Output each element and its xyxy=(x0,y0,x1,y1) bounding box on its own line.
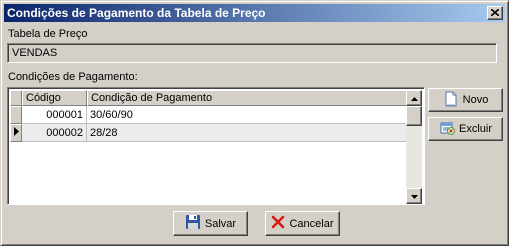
arrow-down-icon xyxy=(410,190,418,202)
save-button-label: Salvar xyxy=(204,217,237,230)
cell-condition[interactable]: 28/28 xyxy=(87,124,408,142)
scroll-thumb[interactable] xyxy=(406,106,422,126)
floppy-disk-icon xyxy=(185,214,201,233)
grid-header: Código Condição de Pagamento xyxy=(10,90,408,106)
table-row[interactable]: 000002 28/28 xyxy=(10,124,408,142)
new-button-label: Novo xyxy=(462,94,489,106)
scroll-down-button[interactable] xyxy=(406,188,422,204)
price-table-field[interactable]: VENDAS xyxy=(7,43,497,63)
cell-code[interactable]: 000001 xyxy=(22,106,87,124)
price-table-value: VENDAS xyxy=(12,47,58,59)
new-document-icon xyxy=(443,91,459,110)
payment-conditions-label: Condições de Pagamento: xyxy=(8,71,138,83)
table-row[interactable]: 000001 30/60/90 xyxy=(10,106,408,124)
new-button[interactable]: Novo xyxy=(428,88,503,112)
vertical-scrollbar[interactable] xyxy=(406,90,422,204)
row-indicator xyxy=(10,124,22,142)
grid-body: Código Condição de Pagamento 000001 30/6… xyxy=(10,90,408,204)
column-header-code[interactable]: Código xyxy=(22,90,87,106)
cancel-button-label: Cancelar xyxy=(289,217,334,230)
window-title: Condições de Pagamento da Tabela de Preç… xyxy=(7,6,266,20)
close-button[interactable] xyxy=(487,6,503,20)
column-header-condition[interactable]: Condição de Pagamento xyxy=(87,90,408,106)
arrow-up-icon xyxy=(410,92,418,104)
cell-condition[interactable]: 30/60/90 xyxy=(87,106,408,124)
price-table-label: Tabela de Preço xyxy=(8,28,88,40)
title-bar: Condições de Pagamento da Tabela de Preç… xyxy=(4,4,505,22)
close-icon xyxy=(490,7,500,19)
delete-records-icon xyxy=(439,120,455,139)
payment-conditions-grid[interactable]: Código Condição de Pagamento 000001 30/6… xyxy=(7,87,425,205)
row-indicator xyxy=(10,106,22,124)
indicator-header xyxy=(10,90,22,106)
red-x-icon xyxy=(271,215,285,232)
cell-code[interactable]: 000002 xyxy=(22,124,87,142)
delete-button[interactable]: Excluir xyxy=(428,117,503,141)
dialog-window: Condições de Pagamento da Tabela de Preç… xyxy=(0,0,509,246)
cancel-button[interactable]: Cancelar xyxy=(265,211,340,236)
scroll-up-button[interactable] xyxy=(406,90,422,106)
save-button[interactable]: Salvar xyxy=(173,211,248,236)
triangle-right-icon xyxy=(13,127,19,139)
delete-button-label: Excluir xyxy=(458,123,492,135)
